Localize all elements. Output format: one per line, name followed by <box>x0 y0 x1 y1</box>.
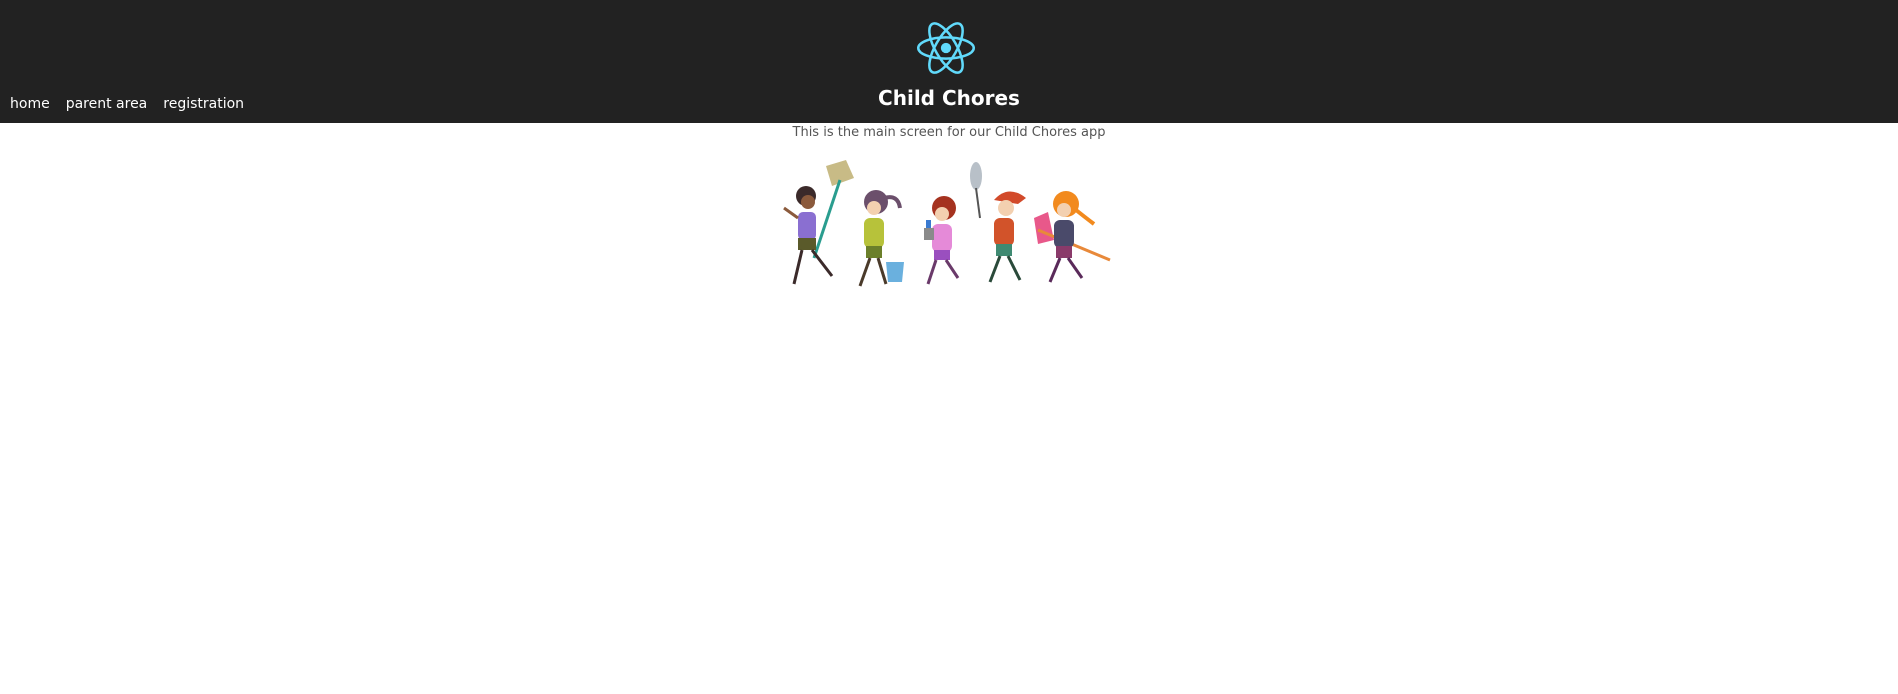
intro-text: This is the main screen for our Child Ch… <box>792 125 1106 140</box>
app-title: Child Chores <box>878 86 1020 110</box>
nav-link-home[interactable]: home <box>10 94 50 114</box>
kid-with-broom <box>783 160 854 285</box>
nav-link-registration[interactable]: registration <box>163 94 244 114</box>
children-doing-chores-illustration <box>783 160 1111 287</box>
kid-with-spray-bottle <box>924 196 960 285</box>
main-nav: home parent area registration <box>10 94 244 114</box>
react-atom-icon <box>917 22 975 74</box>
nav-link-parent-area[interactable]: parent area <box>66 94 148 114</box>
app-header: Child Chores home parent area registrati… <box>0 0 1898 123</box>
kid-with-bucket <box>858 190 904 287</box>
kid-with-duster <box>970 162 1026 283</box>
kid-with-mop <box>1034 191 1111 283</box>
